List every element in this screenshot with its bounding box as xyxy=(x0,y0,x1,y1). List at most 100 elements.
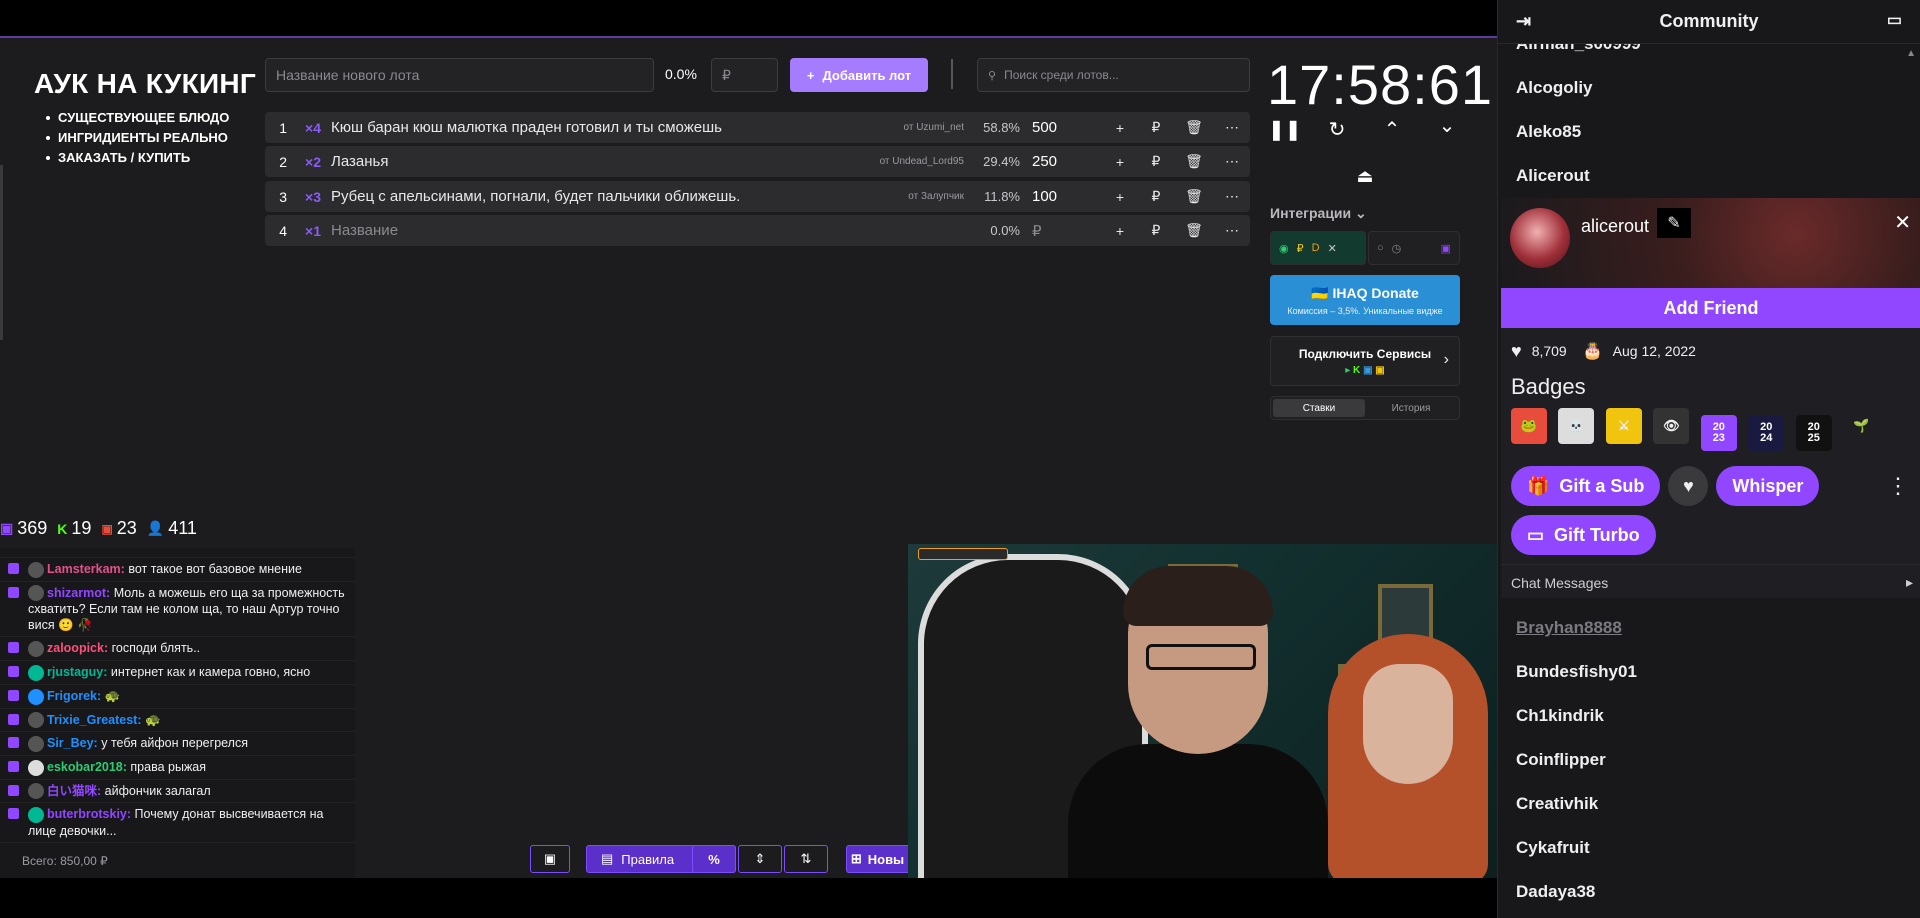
collapse-panel-icon[interactable]: ⇥ xyxy=(1516,11,1531,32)
lot-row[interactable]: 4 ×1 Название 0.0% ₽ + ₽ 🗑 ⋯ xyxy=(265,215,1250,246)
year-2025-badge-icon[interactable]: 20 25 xyxy=(1795,415,1832,451)
gift-turbo-button[interactable]: ▭ Gift Turbo xyxy=(1511,515,1656,555)
more-icon[interactable]: ⋯ xyxy=(1214,153,1250,170)
year-2024-badge-icon[interactable]: 20 24 xyxy=(1748,415,1785,451)
user-list-item[interactable]: Cykafruit xyxy=(1498,826,1920,870)
lot-amount[interactable]: 500 xyxy=(1032,119,1102,136)
follow-heart-button[interactable]: ♥ xyxy=(1668,466,1709,506)
integration-active-toggle[interactable]: ◉ ₽ D ✕ xyxy=(1270,231,1366,265)
avatar xyxy=(28,688,44,705)
twitch-icon xyxy=(8,737,19,749)
trash-icon[interactable]: 🗑 xyxy=(1174,188,1214,205)
lot-multiplier: ×3 xyxy=(305,188,321,205)
scroll-up-icon[interactable]: ▲ xyxy=(1906,48,1916,59)
lot-row[interactable]: 1 ×4 Кюш баран кюш малютка праден готови… xyxy=(265,112,1250,143)
user-list-item[interactable]: Aleko85 xyxy=(1498,110,1920,154)
ruble-icon[interactable]: ₽ xyxy=(1138,119,1174,136)
trash-icon[interactable]: 🗑 xyxy=(1174,222,1214,239)
collapse-icon[interactable]: ⏏ xyxy=(1351,166,1379,187)
year-2023-badge-icon[interactable]: 20 23 xyxy=(1700,415,1737,451)
chevron-down-icon[interactable]: ⌄ xyxy=(1433,113,1461,138)
integration-inactive-toggle[interactable]: ○ ◷ ▣ xyxy=(1368,231,1460,265)
reset-icon[interactable]: ↻ xyxy=(1323,117,1351,142)
plus-icon[interactable]: + xyxy=(1102,120,1138,136)
gift-turbo-row: ▭ Gift Turbo xyxy=(1501,512,1920,558)
plus-icon[interactable]: + xyxy=(1102,154,1138,170)
trash-icon[interactable]: 🗑 xyxy=(1174,119,1214,136)
tab-bids[interactable]: Ставки xyxy=(1273,399,1365,417)
lot-amount[interactable]: 250 xyxy=(1032,153,1102,170)
new-lot-input[interactable]: Название нового лота xyxy=(265,58,654,92)
stream-chat: Lamsterkam: вот такое вот базовое мнение… xyxy=(0,548,355,878)
lot-search-input[interactable]: ⚲ Поиск среди лотов... xyxy=(977,58,1250,92)
lot-row[interactable]: 2 ×2 Лазанья от Undead_Lord95 29.4% 250 … xyxy=(265,146,1250,177)
user-card-name[interactable]: alicerout xyxy=(1581,216,1649,237)
plus-icon[interactable]: + xyxy=(1102,223,1138,239)
pause-icon[interactable]: ❚❚ xyxy=(1268,117,1302,142)
user-list-item[interactable]: Alicerout xyxy=(1498,154,1920,198)
split-icon[interactable]: ⇕ xyxy=(738,845,782,873)
radio-off-icon: ○ xyxy=(1377,242,1384,254)
user-list-item[interactable]: Ch1kindrik xyxy=(1498,694,1920,738)
sword-badge-icon[interactable]: ⚔ xyxy=(1605,408,1642,444)
trash-icon[interactable]: 🗑 xyxy=(1174,153,1214,170)
integrations-header[interactable]: Интеграции ⌄ xyxy=(1270,205,1367,222)
more-icon[interactable]: ⋯ xyxy=(1214,222,1250,239)
avatar[interactable] xyxy=(1510,208,1570,268)
chat-bubble-icon[interactable]: ▭ xyxy=(1887,10,1902,30)
sprout-badge-icon[interactable]: 🌱 xyxy=(1843,408,1880,444)
new-lot-amount-input[interactable]: ₽ xyxy=(711,58,778,92)
percent-button[interactable]: % xyxy=(692,845,736,873)
skull-badge-icon[interactable]: 💀 xyxy=(1558,408,1595,444)
user-list-item[interactable]: Creativhik xyxy=(1498,782,1920,826)
user-list-item[interactable]: Brayhan8888 xyxy=(1498,606,1920,650)
rule-item: ЗАКАЗАТЬ / КУПИТЬ xyxy=(46,148,229,168)
lot-name[interactable]: Кюш баран кюш малютка праден готовил и т… xyxy=(331,119,904,136)
whisper-button[interactable]: Whisper xyxy=(1716,466,1820,506)
new-auction-button[interactable]: ⊞ Новы xyxy=(846,845,908,873)
eye-badge-icon[interactable]: 👁 xyxy=(1653,408,1690,444)
ruble-icon[interactable]: ₽ xyxy=(1138,222,1174,239)
frog-badge-icon[interactable]: 🐸 xyxy=(1511,408,1547,444)
more-icon[interactable]: ⋯ xyxy=(1214,188,1250,205)
ihaq-donate-card[interactable]: 🇺🇦 IHAQ Donate Комиссия – 3,5%. Уникальн… xyxy=(1270,275,1460,325)
chat-messages-toggle[interactable]: Chat Messages ▸ xyxy=(1501,564,1920,600)
save-icon[interactable]: ▣ xyxy=(530,845,570,873)
chevron-up-icon[interactable]: ⌃ xyxy=(1378,117,1406,142)
user-list-item[interactable]: Alcogoliy xyxy=(1498,66,1920,110)
lot-name[interactable]: Рубец с апельсинами, погнали, будет паль… xyxy=(331,188,908,205)
lot-author: от Uzumi_net xyxy=(903,122,965,133)
tab-history[interactable]: История xyxy=(1365,403,1457,414)
lot-name-input[interactable]: Название xyxy=(331,222,972,239)
user-list-item[interactable]: Airman_s00999 xyxy=(1498,44,1920,66)
close-icon[interactable]: ✕ xyxy=(1894,210,1911,235)
user-list-item[interactable]: Dadaya38 xyxy=(1498,870,1920,914)
user-list-item[interactable]: Bundesfishy01 xyxy=(1498,650,1920,694)
lot-name[interactable]: Лазанья xyxy=(331,153,880,170)
lot-multiplier: ×1 xyxy=(305,222,321,239)
gift-sub-button[interactable]: 🎁 Gift a Sub xyxy=(1511,466,1661,506)
connect-services-button[interactable]: Подключить Сервисы ▸ K ▣ ▣ › xyxy=(1270,336,1460,386)
user-list-item[interactable]: Coinflipper xyxy=(1498,738,1920,782)
kick-icon: K xyxy=(57,520,68,537)
pencil-icon[interactable]: ✎ xyxy=(1657,208,1691,238)
more-vertical-icon[interactable]: ⋮ xyxy=(1887,473,1909,499)
timer-service-icon: ◷ xyxy=(1391,242,1402,255)
chat-message: Frigorek: 🐢 xyxy=(0,685,355,709)
user-list-top: Airman_s00999 Alcogoliy Aleko85 Alicerou… xyxy=(1498,44,1920,198)
ruble-icon[interactable]: ₽ xyxy=(1138,153,1174,170)
more-icon[interactable]: ⋯ xyxy=(1214,119,1250,136)
sort-icon[interactable]: ⇅ xyxy=(784,845,828,873)
add-friend-button[interactable]: Add Friend xyxy=(1501,288,1920,328)
divider xyxy=(951,59,953,89)
chevron-right-icon: › xyxy=(1443,351,1449,368)
lot-amount[interactable]: 100 xyxy=(1032,188,1102,205)
chat-message: rjustaguy: интернет как и камера говно, … xyxy=(0,661,355,685)
top-bar xyxy=(0,0,1497,38)
lot-amount-input[interactable]: ₽ xyxy=(1032,222,1102,240)
plus-icon[interactable]: + xyxy=(1102,189,1138,205)
ruble-icon[interactable]: ₽ xyxy=(1138,188,1174,205)
lot-row[interactable]: 3 ×3 Рубец с апельсинами, погнали, будет… xyxy=(265,181,1250,212)
ihaq-title: 🇺🇦 IHAQ Donate xyxy=(1311,284,1419,301)
add-lot-button[interactable]: + Добавить лот xyxy=(790,58,928,92)
